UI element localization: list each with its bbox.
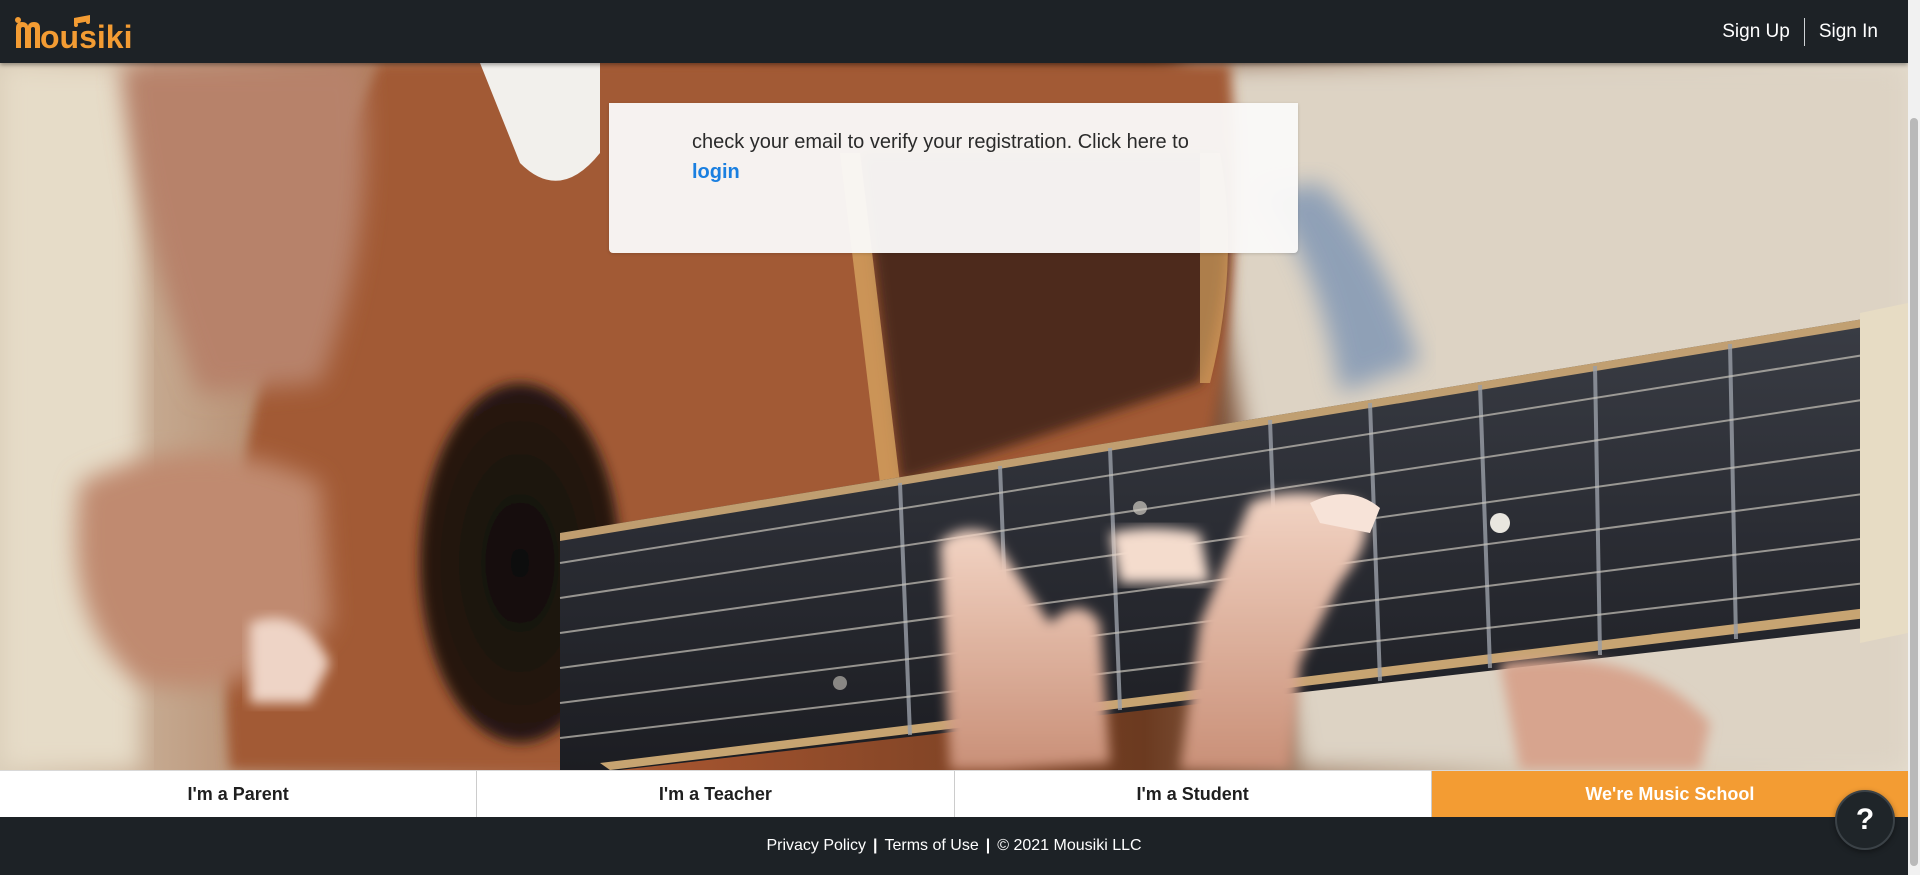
tab-student[interactable]: I'm a Student: [954, 771, 1432, 817]
auth-links: Sign Up Sign In: [1708, 0, 1892, 63]
svg-text:ousiki: ousiki: [40, 19, 132, 52]
scrollbar-thumb[interactable]: [1910, 118, 1918, 866]
privacy-policy-link[interactable]: Privacy Policy: [766, 837, 866, 855]
sign-in-link[interactable]: Sign In: [1805, 18, 1892, 46]
hero-background: check your email to verify your registra…: [0, 63, 1908, 770]
vertical-scrollbar[interactable]: [1908, 0, 1920, 875]
sign-up-link[interactable]: Sign Up: [1708, 18, 1804, 46]
page: ousiki Sign Up Sign In check your email …: [0, 0, 1920, 875]
footer-separator: |: [873, 837, 878, 854]
tab-teacher[interactable]: I'm a Teacher: [477, 771, 955, 817]
terms-of-use-link[interactable]: Terms of Use: [885, 837, 979, 855]
registration-message-card: check your email to verify your registra…: [609, 103, 1298, 253]
copyright-text: © 2021 Mousiki LLC: [997, 837, 1142, 854]
audience-tab-bar: I'm a Parent I'm a Teacher I'm a Student…: [0, 770, 1908, 817]
help-button[interactable]: ?: [1835, 790, 1895, 850]
help-icon: ?: [1855, 803, 1875, 836]
footer: Privacy Policy | Terms of Use | © 2021 M…: [0, 817, 1908, 875]
mousiki-logo[interactable]: ousiki: [14, 12, 154, 52]
top-navbar: ousiki Sign Up Sign In: [0, 0, 1908, 63]
footer-separator: |: [985, 837, 991, 854]
verification-message: check your email to verify your registra…: [692, 131, 1189, 153]
tab-parent[interactable]: I'm a Parent: [0, 771, 478, 817]
mousiki-logo-icon: ousiki: [15, 14, 132, 52]
login-link[interactable]: login: [692, 157, 740, 187]
